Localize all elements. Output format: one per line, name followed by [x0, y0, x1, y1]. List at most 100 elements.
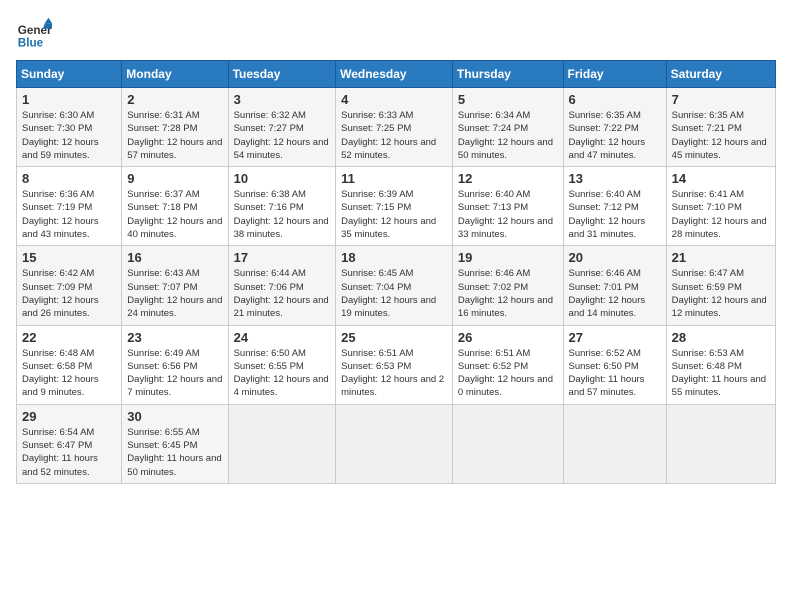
sunrise-text: Sunrise: 6:50 AM — [234, 348, 306, 359]
day-content: Sunrise: 6:30 AM Sunset: 7:30 PM Dayligh… — [22, 109, 116, 162]
day-number: 26 — [458, 330, 558, 345]
svg-text:Blue: Blue — [18, 37, 44, 50]
day-number: 14 — [672, 171, 770, 186]
daylight-text: Daylight: 12 hours and 59 minutes. — [22, 137, 99, 161]
day-cell: 30 Sunrise: 6:55 AM Sunset: 6:45 PM Dayl… — [122, 404, 228, 483]
sunrise-text: Sunrise: 6:40 AM — [458, 189, 530, 200]
day-cell: 1 Sunrise: 6:30 AM Sunset: 7:30 PM Dayli… — [17, 88, 122, 167]
daylight-text: Daylight: 12 hours and 43 minutes. — [22, 216, 99, 240]
day-content: Sunrise: 6:40 AM Sunset: 7:12 PM Dayligh… — [569, 188, 661, 241]
sunset-text: Sunset: 6:59 PM — [672, 282, 742, 293]
week-row-0: 1 Sunrise: 6:30 AM Sunset: 7:30 PM Dayli… — [17, 88, 776, 167]
sunset-text: Sunset: 6:52 PM — [458, 361, 528, 372]
sunrise-text: Sunrise: 6:39 AM — [341, 189, 413, 200]
sunrise-text: Sunrise: 6:46 AM — [458, 268, 530, 279]
day-number: 29 — [22, 409, 116, 424]
day-cell: 28 Sunrise: 6:53 AM Sunset: 6:48 PM Dayl… — [666, 325, 775, 404]
day-content: Sunrise: 6:41 AM Sunset: 7:10 PM Dayligh… — [672, 188, 770, 241]
day-cell — [336, 404, 453, 483]
calendar-table: SundayMondayTuesdayWednesdayThursdayFrid… — [16, 60, 776, 484]
day-cell: 11 Sunrise: 6:39 AM Sunset: 7:15 PM Dayl… — [336, 167, 453, 246]
sunset-text: Sunset: 7:27 PM — [234, 123, 304, 134]
sunset-text: Sunset: 7:13 PM — [458, 202, 528, 213]
day-content: Sunrise: 6:47 AM Sunset: 6:59 PM Dayligh… — [672, 267, 770, 320]
day-content: Sunrise: 6:48 AM Sunset: 6:58 PM Dayligh… — [22, 347, 116, 400]
sunset-text: Sunset: 7:04 PM — [341, 282, 411, 293]
sunset-text: Sunset: 7:18 PM — [127, 202, 197, 213]
week-row-4: 29 Sunrise: 6:54 AM Sunset: 6:47 PM Dayl… — [17, 404, 776, 483]
sunset-text: Sunset: 7:15 PM — [341, 202, 411, 213]
day-cell: 9 Sunrise: 6:37 AM Sunset: 7:18 PM Dayli… — [122, 167, 228, 246]
daylight-text: Daylight: 11 hours and 52 minutes. — [22, 453, 98, 477]
sunrise-text: Sunrise: 6:35 AM — [672, 110, 744, 121]
day-cell: 12 Sunrise: 6:40 AM Sunset: 7:13 PM Dayl… — [452, 167, 563, 246]
day-cell: 25 Sunrise: 6:51 AM Sunset: 6:53 PM Dayl… — [336, 325, 453, 404]
daylight-text: Daylight: 12 hours and 57 minutes. — [127, 137, 222, 161]
day-cell: 2 Sunrise: 6:31 AM Sunset: 7:28 PM Dayli… — [122, 88, 228, 167]
day-cell: 22 Sunrise: 6:48 AM Sunset: 6:58 PM Dayl… — [17, 325, 122, 404]
daylight-text: Daylight: 12 hours and 33 minutes. — [458, 216, 553, 240]
sunrise-text: Sunrise: 6:34 AM — [458, 110, 530, 121]
logo-icon: General Blue — [16, 16, 52, 52]
sunrise-text: Sunrise: 6:43 AM — [127, 268, 199, 279]
week-row-1: 8 Sunrise: 6:36 AM Sunset: 7:19 PM Dayli… — [17, 167, 776, 246]
daylight-text: Daylight: 11 hours and 55 minutes. — [672, 374, 766, 398]
sunset-text: Sunset: 7:16 PM — [234, 202, 304, 213]
day-cell: 14 Sunrise: 6:41 AM Sunset: 7:10 PM Dayl… — [666, 167, 775, 246]
sunset-text: Sunset: 7:28 PM — [127, 123, 197, 134]
sunset-text: Sunset: 6:45 PM — [127, 440, 197, 451]
day-cell: 13 Sunrise: 6:40 AM Sunset: 7:12 PM Dayl… — [563, 167, 666, 246]
logo: General Blue — [16, 16, 52, 52]
day-number: 2 — [127, 92, 222, 107]
sunrise-text: Sunrise: 6:51 AM — [341, 348, 413, 359]
day-cell: 17 Sunrise: 6:44 AM Sunset: 7:06 PM Dayl… — [228, 246, 336, 325]
sunset-text: Sunset: 7:06 PM — [234, 282, 304, 293]
sunrise-text: Sunrise: 6:36 AM — [22, 189, 94, 200]
day-number: 8 — [22, 171, 116, 186]
sunrise-text: Sunrise: 6:30 AM — [22, 110, 94, 121]
day-cell: 7 Sunrise: 6:35 AM Sunset: 7:21 PM Dayli… — [666, 88, 775, 167]
day-number: 19 — [458, 250, 558, 265]
daylight-text: Daylight: 12 hours and 28 minutes. — [672, 216, 767, 240]
day-content: Sunrise: 6:37 AM Sunset: 7:18 PM Dayligh… — [127, 188, 222, 241]
sunrise-text: Sunrise: 6:54 AM — [22, 427, 94, 438]
day-cell — [666, 404, 775, 483]
day-cell: 26 Sunrise: 6:51 AM Sunset: 6:52 PM Dayl… — [452, 325, 563, 404]
sunset-text: Sunset: 7:24 PM — [458, 123, 528, 134]
day-content: Sunrise: 6:42 AM Sunset: 7:09 PM Dayligh… — [22, 267, 116, 320]
sunset-text: Sunset: 6:55 PM — [234, 361, 304, 372]
day-content: Sunrise: 6:32 AM Sunset: 7:27 PM Dayligh… — [234, 109, 331, 162]
day-content: Sunrise: 6:40 AM Sunset: 7:13 PM Dayligh… — [458, 188, 558, 241]
day-number: 20 — [569, 250, 661, 265]
sunset-text: Sunset: 7:01 PM — [569, 282, 639, 293]
day-number: 6 — [569, 92, 661, 107]
day-number: 16 — [127, 250, 222, 265]
day-number: 24 — [234, 330, 331, 345]
daylight-text: Daylight: 12 hours and 45 minutes. — [672, 137, 767, 161]
day-content: Sunrise: 6:49 AM Sunset: 6:56 PM Dayligh… — [127, 347, 222, 400]
day-cell: 23 Sunrise: 6:49 AM Sunset: 6:56 PM Dayl… — [122, 325, 228, 404]
daylight-text: Daylight: 12 hours and 50 minutes. — [458, 137, 553, 161]
sunrise-text: Sunrise: 6:33 AM — [341, 110, 413, 121]
header-sunday: Sunday — [17, 61, 122, 88]
day-number: 30 — [127, 409, 222, 424]
day-number: 15 — [22, 250, 116, 265]
day-number: 1 — [22, 92, 116, 107]
day-content: Sunrise: 6:51 AM Sunset: 6:53 PM Dayligh… — [341, 347, 447, 400]
day-cell — [228, 404, 336, 483]
daylight-text: Daylight: 12 hours and 19 minutes. — [341, 295, 436, 319]
header-saturday: Saturday — [666, 61, 775, 88]
sunrise-text: Sunrise: 6:32 AM — [234, 110, 306, 121]
daylight-text: Daylight: 11 hours and 50 minutes. — [127, 453, 221, 477]
daylight-text: Daylight: 12 hours and 14 minutes. — [569, 295, 646, 319]
daylight-text: Daylight: 12 hours and 47 minutes. — [569, 137, 646, 161]
day-content: Sunrise: 6:36 AM Sunset: 7:19 PM Dayligh… — [22, 188, 116, 241]
sunset-text: Sunset: 6:47 PM — [22, 440, 92, 451]
sunset-text: Sunset: 7:02 PM — [458, 282, 528, 293]
day-content: Sunrise: 6:50 AM Sunset: 6:55 PM Dayligh… — [234, 347, 331, 400]
day-number: 13 — [569, 171, 661, 186]
day-content: Sunrise: 6:31 AM Sunset: 7:28 PM Dayligh… — [127, 109, 222, 162]
day-content: Sunrise: 6:46 AM Sunset: 7:01 PM Dayligh… — [569, 267, 661, 320]
day-cell: 24 Sunrise: 6:50 AM Sunset: 6:55 PM Dayl… — [228, 325, 336, 404]
day-cell: 5 Sunrise: 6:34 AM Sunset: 7:24 PM Dayli… — [452, 88, 563, 167]
